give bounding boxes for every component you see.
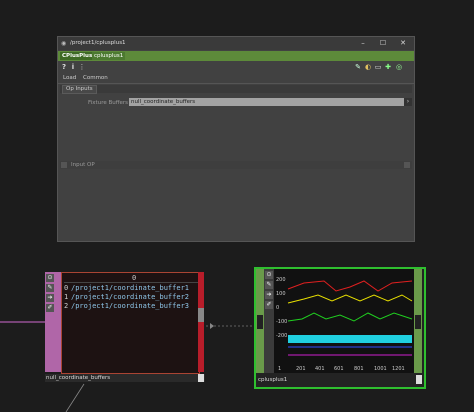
- y-tick-label: 100: [276, 291, 286, 297]
- table-row: /project1/coordinate_buffer1: [71, 284, 190, 292]
- chop-viewer[interactable]: 2001000-100-200 1 201 401 601 801 1001 1201: [274, 269, 414, 373]
- pin-icon[interactable]: ✐: [265, 301, 273, 309]
- row-index: 2: [64, 302, 69, 310]
- x-tick-label: 1: [278, 366, 281, 372]
- close-button[interactable]: ✕: [398, 39, 408, 48]
- input-op-label: Input OP: [71, 162, 95, 168]
- node-output-strip[interactable]: [414, 269, 422, 373]
- link-arrow-icon: [210, 323, 214, 329]
- y-tick-label: -100: [276, 319, 287, 325]
- tab-load[interactable]: Load: [63, 75, 76, 81]
- table-row: /project1/coordinate_buffer2: [71, 293, 190, 301]
- output-connector[interactable]: [198, 308, 204, 322]
- target-icon[interactable]: ◎: [395, 63, 403, 71]
- x-tick-label: 801: [354, 366, 364, 372]
- x-tick-label: 1001: [374, 366, 387, 372]
- x-tick-label: 601: [334, 366, 344, 372]
- table-viewer[interactable]: 0 0 /project1/coordinate_buffer1 1 /proj…: [61, 272, 200, 374]
- tab-op-inputs[interactable]: Op Inputs: [62, 85, 97, 94]
- row-index: 0: [64, 284, 69, 292]
- page-tabs: Load Common: [58, 74, 414, 84]
- node-input-strip[interactable]: [256, 269, 264, 373]
- param-toolbar: ? i ⋮ ✎ ◐ ▭ ✚ ◎: [58, 61, 414, 73]
- pencil-icon[interactable]: ✎: [46, 284, 54, 292]
- tab-common[interactable]: Common: [83, 75, 108, 81]
- node-input-strip[interactable]: ⊙ ✎ ➔ ✐: [45, 272, 61, 372]
- node-icon-strip: ⊙ ✎ ➔ ✐: [264, 269, 274, 373]
- help-button[interactable]: ?: [60, 63, 68, 71]
- op-header: CPlusPlus cplusplus1: [58, 51, 414, 61]
- pencil-icon[interactable]: ✎: [265, 281, 273, 289]
- cyan-band: [288, 335, 412, 343]
- op-name-field[interactable]: cplusplus1: [92, 52, 126, 60]
- x-tick-label: 401: [315, 366, 325, 372]
- node-label[interactable]: cplusplus1: [256, 375, 424, 385]
- minimize-button[interactable]: –: [358, 39, 368, 48]
- viewer-icon[interactable]: ⊙: [46, 274, 54, 282]
- flag-icon[interactable]: [198, 374, 204, 382]
- arrow-icon[interactable]: ➔: [265, 291, 273, 299]
- x-tick-label: 1201: [392, 366, 405, 372]
- input-op-handle[interactable]: [404, 162, 410, 168]
- down-wire: [65, 383, 85, 412]
- y-tick-label: 200: [276, 277, 286, 283]
- arrow-icon[interactable]: ➔: [46, 294, 54, 302]
- node-output-strip[interactable]: [198, 272, 204, 372]
- op-type: CPlusPlus: [60, 52, 95, 60]
- viewer-icon[interactable]: ⊙: [265, 271, 273, 279]
- plus-icon[interactable]: ✚: [384, 63, 392, 71]
- more-icon[interactable]: ⋮: [78, 63, 86, 71]
- input-op-row: Input OP: [60, 161, 412, 169]
- cplusplus-node[interactable]: ⊙ ✎ ➔ ✐ 200 100 0 -100 -200 1 201 401 601 801 100…: [254, 267, 426, 389]
- null-dat-node[interactable]: ⊙ ✎ ➔ ✐ 0 0 /project1/coordinate_buffer1…: [45, 272, 205, 382]
- expand-toggle[interactable]: [61, 162, 67, 168]
- input-connector[interactable]: [257, 315, 263, 329]
- pin-icon[interactable]: ✐: [46, 304, 54, 312]
- maximize-button[interactable]: ☐: [378, 39, 388, 48]
- app-icon: ◉: [61, 40, 67, 47]
- eyedropper-icon[interactable]: ✎: [354, 63, 362, 71]
- y-tick-label: 0: [276, 305, 279, 311]
- row-index: 1: [64, 293, 69, 301]
- fixture-buffers-field[interactable]: null_coordinate_buffers: [129, 98, 404, 106]
- subtab-bar: Op Inputs: [60, 85, 412, 94]
- window-title: /project1/cplusplus1: [70, 40, 126, 46]
- info-button[interactable]: i: [69, 63, 77, 71]
- window-titlebar[interactable]: ◉ /project1/cplusplus1 – ☐ ✕: [58, 37, 414, 50]
- x-tick-label: 201: [296, 366, 306, 372]
- output-connector[interactable]: [415, 315, 421, 329]
- parameter-dialog: ◉ /project1/cplusplus1 – ☐ ✕ CPlusPlus c…: [57, 36, 415, 242]
- comment-icon[interactable]: ▭: [374, 63, 382, 71]
- flag-icon[interactable]: [416, 375, 422, 384]
- node-label[interactable]: null_coordinate_buffers: [45, 374, 205, 382]
- y-tick-label: -200: [276, 333, 287, 339]
- column-header: 0: [132, 274, 137, 282]
- palette-icon[interactable]: ◐: [364, 63, 372, 71]
- table-row: /project1/coordinate_buffer3: [71, 302, 190, 310]
- arrow-right-icon[interactable]: ›: [404, 98, 412, 106]
